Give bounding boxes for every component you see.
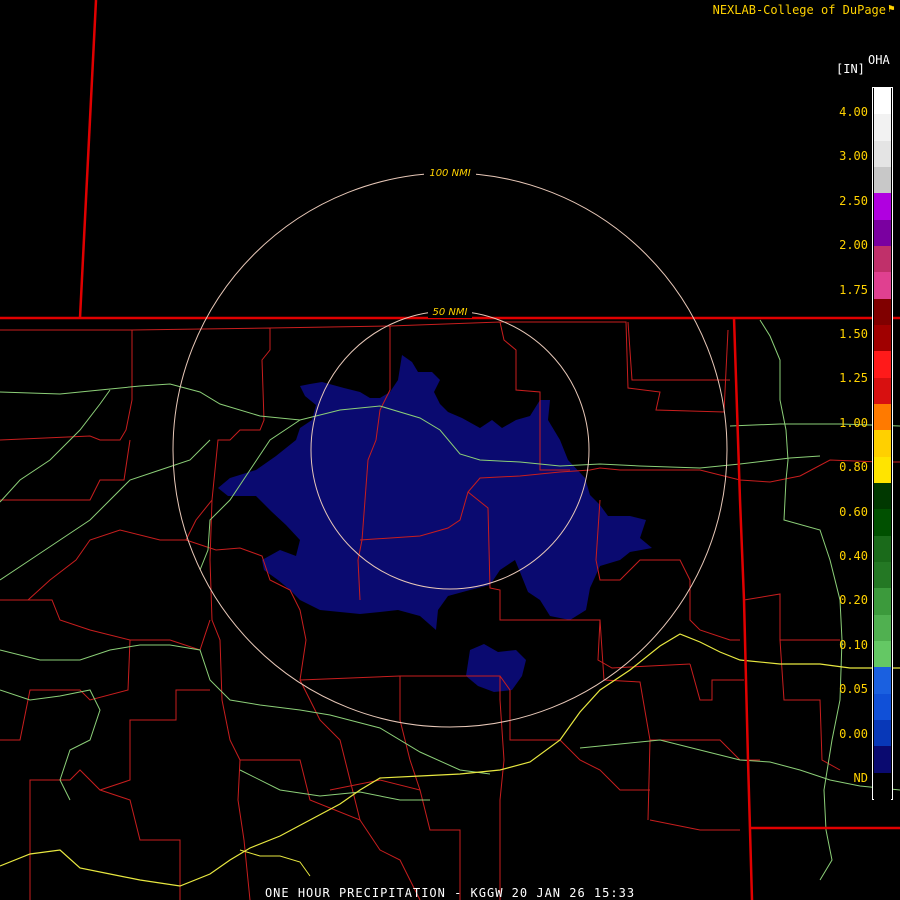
legend-swatch: [874, 298, 891, 326]
legend-tick-label: 2.50: [839, 193, 868, 208]
legend-swatch: [874, 272, 891, 300]
unit-label: [IN]: [836, 62, 865, 76]
brand-label[interactable]: NEXLAB-College of DuPage: [713, 3, 886, 17]
legend-swatch: [874, 483, 891, 510]
legend-swatch: [874, 114, 891, 142]
legend-tick-label: 0.80: [839, 460, 868, 475]
legend-swatch: [874, 641, 891, 668]
ring-50-label: 50 NMI: [433, 307, 468, 318]
legend-tick-label: 1.75: [839, 282, 868, 297]
primary-highway: [0, 633, 900, 887]
product-code: OHA: [868, 53, 890, 67]
legend-swatch: [874, 667, 891, 695]
legend-swatch: [874, 430, 891, 458]
legend-swatch: [874, 351, 891, 379]
secondary-roads: [0, 319, 900, 881]
legend-tick-label: 2.00: [839, 238, 868, 253]
precip-fringe: [466, 644, 526, 692]
legend-tick-label: 4.00: [839, 105, 868, 119]
legend-swatch: [874, 562, 891, 589]
product-caption: ONE HOUR PRECIPITATION - KGGW 20 JAN 26 …: [264, 886, 636, 900]
legend-swatch: [874, 325, 891, 352]
legend-tick-label: 0.60: [839, 504, 868, 519]
color-legend: [872, 87, 893, 800]
legend-swatch: [874, 193, 891, 221]
highway-spur: [239, 849, 311, 877]
legend-swatch: [874, 246, 891, 273]
legend-swatch: [874, 614, 891, 642]
legend-tick-label: ND: [853, 771, 868, 785]
legend-tick-label: 1.50: [839, 327, 868, 341]
legend-swatch: [874, 167, 891, 194]
legend-tick-label: 1.25: [839, 371, 868, 386]
legend-tick-label: 0.05: [839, 682, 868, 697]
legend-swatch: [874, 377, 891, 405]
legend-swatch: [874, 88, 891, 115]
ring-100-label: 100 NMI: [429, 168, 470, 179]
legend-swatch: [874, 219, 891, 247]
legend-swatch: [874, 509, 891, 537]
legend-swatch: [874, 772, 891, 800]
legend-swatch: [874, 720, 891, 747]
flag-icon: ⚑: [888, 2, 895, 15]
county-lines: [0, 321, 900, 900]
legend-swatch: [874, 588, 891, 616]
legend-swatch: [874, 456, 891, 484]
legend-swatch: [874, 404, 891, 431]
radar-map-view: 100 NMI 50 NMI NEXLAB-College of DuPage …: [0, 0, 900, 900]
legend-tick-label: 0.00: [839, 726, 868, 741]
legend-tick-label: 0.20: [839, 593, 868, 608]
legend-swatch: [874, 693, 891, 721]
legend-swatch: [874, 140, 891, 168]
legend-tick-label: 3.00: [839, 149, 868, 164]
legend-swatch: [874, 535, 891, 563]
precip-area: [218, 355, 652, 630]
basemap: 100 NMI 50 NMI: [0, 0, 900, 900]
legend-tick-label: 1.00: [839, 415, 868, 430]
legend-tick-label: 0.10: [839, 637, 868, 652]
legend-tick-label: 0.40: [839, 549, 868, 563]
legend-swatch: [874, 746, 891, 774]
